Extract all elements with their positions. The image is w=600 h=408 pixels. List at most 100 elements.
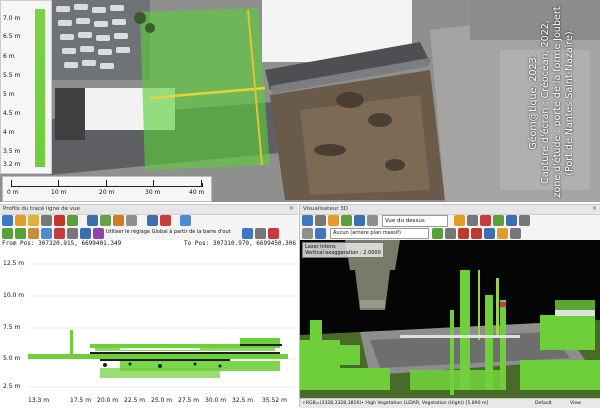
x-tick-label: 35.52 m: [262, 397, 287, 404]
legend-label: 7.0 m: [3, 15, 21, 22]
legend-label: 5.5 m: [3, 72, 21, 79]
background-mode-select[interactable]: Aucun (arrière plan massif): [330, 228, 429, 239]
terrain-icon[interactable]: [67, 215, 78, 226]
point-cloud-render: [300, 240, 600, 398]
view-select[interactable]: Vue du dessus: [382, 215, 448, 227]
viewer3d-titlebar: Visualisateur 3D ×: [300, 205, 600, 215]
select-icon[interactable]: [15, 215, 26, 226]
legend-label: 6 m: [3, 53, 15, 60]
sun-icon[interactable]: [454, 215, 465, 226]
tree-icon[interactable]: [341, 215, 352, 226]
legend-label: 3.2 m: [3, 161, 21, 168]
legend-label: 4.5 m: [3, 110, 21, 117]
profile-toolbar-2: Utiliser le réglage Global à partir de l…: [2, 228, 296, 239]
x-tick-label: 20.0 m: [97, 397, 119, 404]
import-icon[interactable]: [242, 228, 253, 239]
layers-icon[interactable]: [302, 228, 313, 239]
viewer3d-scene[interactable]: Laser Intens Vertical exaggeration : 2.0…: [300, 240, 600, 398]
water-icon[interactable]: [41, 228, 52, 239]
profile-toolbar-1: [2, 215, 296, 227]
terrain-icon[interactable]: [493, 215, 504, 226]
x-tick-label: 17.5 m: [70, 397, 92, 404]
grid-icon[interactable]: [87, 215, 98, 226]
road-icon[interactable]: [67, 228, 78, 239]
x-tick-label: 13.3 m: [28, 397, 50, 404]
info-icon[interactable]: [147, 215, 158, 226]
profile-panel-titlebar: Profils du tracé ligne de vue ×: [0, 205, 298, 215]
class-icon[interactable]: [93, 228, 104, 239]
measure-icon[interactable]: [28, 215, 39, 226]
x-tick-label: 25.0 m: [151, 397, 173, 404]
caption-line: Capture d'écran : Créocéan, 2022,: [540, 20, 551, 184]
profile-graphic: [28, 263, 296, 388]
aerial-image: [0, 0, 600, 202]
export-icon[interactable]: [255, 228, 266, 239]
vegetation-icon[interactable]: [100, 215, 111, 226]
aerial-map-view[interactable]: 7.0 m 6.5 m 6 m 5.5 m 5 m 4.5 m 4 m 3.5 …: [0, 0, 600, 202]
cancel-icon[interactable]: [268, 228, 279, 239]
export-icon[interactable]: [497, 228, 508, 239]
elevation-color-ramp: [35, 9, 45, 167]
orbit-icon[interactable]: [302, 215, 313, 226]
ground-icon[interactable]: [28, 228, 39, 239]
scale-tick-label: 40 m: [189, 189, 205, 196]
tree-icon[interactable]: [15, 228, 26, 239]
legend-label: 3.5 m: [3, 148, 21, 155]
zoom-extent-icon[interactable]: [354, 215, 365, 226]
grid-icon[interactable]: [519, 215, 530, 226]
profile-panel-title: Profils du tracé ligne de vue: [3, 206, 80, 212]
caption-line: (Port de Nantes Saint-Nazaire).: [564, 28, 575, 176]
legend-label: 6.5 m: [3, 33, 21, 40]
close-icon[interactable]: ×: [592, 205, 597, 212]
viewer3d-toolbar-1: Vue du dessus: [302, 215, 599, 227]
viewer3d-tooltip: Laser Intens Vertical exaggeration : 2.0…: [302, 242, 384, 258]
scale-tick-label: 0 m: [7, 189, 19, 196]
share-icon[interactable]: [484, 228, 495, 239]
viewer3d-toolbar-2: Aucun (arrière plan massif): [302, 228, 599, 239]
settings-icon[interactable]: [180, 215, 191, 226]
scale-tick-label: 30 m: [145, 189, 161, 196]
measure-icon[interactable]: [506, 215, 517, 226]
fly-icon[interactable]: [328, 215, 339, 226]
tooltip-line: Vertical exaggeration : 2.0000: [305, 250, 381, 256]
x-tick-label: 30.0 m: [205, 397, 227, 404]
scale-tick-label: 10 m: [51, 189, 67, 196]
status-default: Default: [535, 401, 552, 406]
x-tick-label: 22.5 m: [124, 397, 146, 404]
viewer3d-statusbar: +RGB=(3328,3328,3816)• High Vegetation (…: [300, 398, 600, 408]
filter-icon[interactable]: [80, 228, 91, 239]
zoom-icon[interactable]: [41, 215, 52, 226]
settings-icon[interactable]: [315, 228, 326, 239]
viewer3d-title: Visualisateur 3D: [303, 206, 348, 212]
pause-icon[interactable]: [445, 228, 456, 239]
camera-icon[interactable]: [510, 228, 521, 239]
close-icon[interactable]: ×: [289, 205, 294, 212]
status-view: View: [570, 401, 581, 406]
legend-label: 4 m: [3, 129, 15, 136]
record-icon[interactable]: [54, 215, 65, 226]
camera-icon[interactable]: [367, 215, 378, 226]
crosshair-icon[interactable]: [467, 215, 478, 226]
caption-line: zone d'étude : porte de la forme Joubert: [552, 6, 563, 198]
tree-icon[interactable]: [2, 228, 13, 239]
stop-icon[interactable]: [471, 228, 482, 239]
caption-block: Géom@tique, 2023. Capture d'écran : Créo…: [528, 2, 600, 202]
layers-icon[interactable]: [126, 215, 137, 226]
walk-icon[interactable]: [315, 215, 326, 226]
caption-line: Géom@tique, 2023.: [528, 54, 539, 150]
profile-plot[interactable]: From Pos: 307320.915, 6699401.349 To Pos…: [0, 240, 298, 407]
profile-panel: Profils du tracé ligne de vue × Utiliser…: [0, 204, 298, 407]
elevation-legend: 7.0 m 6.5 m 6 m 5.5 m 5 m 4.5 m 4 m 3.5 …: [0, 0, 52, 174]
clip-icon[interactable]: [480, 215, 491, 226]
global-settings-hint[interactable]: Utiliser le réglage Global à partir de l…: [106, 229, 231, 235]
play-icon[interactable]: [432, 228, 443, 239]
record-icon[interactable]: [458, 228, 469, 239]
legend-label: 5 m: [3, 91, 15, 98]
x-tick-label: 27.5 m: [178, 397, 200, 404]
building-icon[interactable]: [54, 228, 65, 239]
x-tick-label: 32.5 m: [232, 397, 254, 404]
pan-icon[interactable]: [2, 215, 13, 226]
scale-tick-label: 20 m: [99, 189, 115, 196]
building-icon[interactable]: [113, 215, 124, 226]
delete-icon[interactable]: [160, 215, 171, 226]
